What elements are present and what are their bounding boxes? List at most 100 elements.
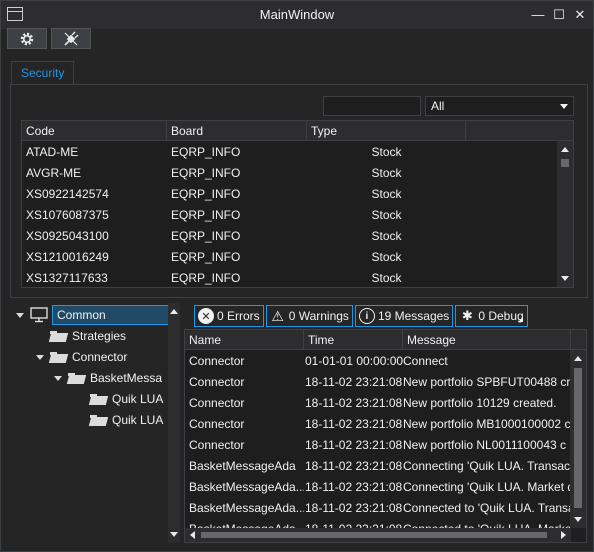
cell-name: Connector: [189, 375, 245, 389]
strategy-tree: Common Strategies Connector BasketMessa …: [10, 303, 180, 543]
tree-item-common[interactable]: Common: [16, 305, 176, 325]
cell-code: XS0922142574: [26, 187, 109, 201]
expand-icon[interactable]: [54, 375, 62, 381]
folder-icon: [50, 351, 68, 363]
column-header-code[interactable]: Code: [22, 121, 167, 141]
debug-filter-toggle[interactable]: ✱ 0 Debug: [455, 305, 528, 327]
connect-button[interactable]: [51, 28, 91, 49]
cell-name: Connector: [189, 417, 245, 431]
column-header-name[interactable]: Name: [185, 330, 304, 350]
folder-icon: [68, 372, 86, 384]
log-row[interactable]: Connector 18-11-02 23:21:08. New portfol…: [185, 435, 571, 456]
cell-name: Connector: [189, 396, 245, 410]
cell-code: XS1076087375: [26, 208, 109, 222]
gear-icon: [20, 32, 34, 45]
chevron-down-icon: [560, 104, 568, 109]
scroll-down-icon[interactable]: [170, 532, 178, 537]
cell-time: 18-11-02 23:21:08.: [305, 501, 403, 515]
cell-board: EQRP_INFO: [171, 271, 241, 285]
cell-name: BasketMessageAda...: [189, 501, 304, 515]
security-grid[interactable]: Code Board Type ATAD-ME EQRP_INFO Stock …: [21, 120, 574, 288]
errors-filter-toggle[interactable]: ✕ 0 Errors: [194, 305, 264, 327]
errors-filter-label: 0 Errors: [217, 309, 260, 323]
column-header-type[interactable]: Type: [307, 121, 466, 141]
scroll-up-icon[interactable]: [561, 147, 569, 152]
column-header-board[interactable]: Board: [167, 121, 307, 141]
table-row[interactable]: AVGR-ME EQRP_INFO Stock: [22, 163, 558, 184]
cell-board: EQRP_INFO: [171, 166, 241, 180]
tab-security[interactable]: Security: [11, 61, 75, 85]
window-title: MainWindow: [259, 7, 335, 22]
cell-time: 18-11-02 23:21:08.: [305, 396, 403, 410]
cell-type: Stock: [371, 145, 402, 159]
minimize-button[interactable]: —: [529, 6, 547, 24]
log-row[interactable]: Connector 18-11-02 23:21:08. New portfol…: [185, 372, 571, 393]
security-grid-scrollbar[interactable]: [557, 141, 573, 287]
tree-item-connector[interactable]: Connector: [36, 347, 127, 367]
log-row[interactable]: BasketMessageAda... 18-11-02 23:21:08. C…: [185, 498, 571, 519]
expand-icon[interactable]: [36, 354, 44, 360]
table-row[interactable]: XS1076087375 EQRP_INFO Stock: [22, 205, 558, 226]
cell-message: New portfolio MB1000100002 c: [403, 417, 571, 431]
log-horizontal-scrollbar[interactable]: [185, 528, 571, 542]
tree-item-label: BasketMessa: [90, 371, 163, 385]
tree-item-quik-lua-1[interactable]: Quik LUA: [90, 389, 163, 409]
tree-item-label: Common: [52, 305, 176, 325]
log-vertical-scrollbar[interactable]: [570, 350, 586, 528]
close-button[interactable]: ✕: [571, 6, 589, 24]
security-type-filter[interactable]: All: [425, 96, 574, 116]
scroll-down-icon[interactable]: [574, 517, 582, 522]
cell-message: Connecting 'Quik LUA. Market d: [403, 480, 571, 494]
log-row[interactable]: Connector 01-01-01 00:00:00. Connect: [185, 351, 571, 372]
settings-button[interactable]: [7, 28, 47, 49]
cell-board: EQRP_INFO: [171, 187, 241, 201]
table-row[interactable]: XS1327117633 EQRP_INFO Stock: [22, 268, 558, 287]
log-row[interactable]: Connector 18-11-02 23:21:08. New portfol…: [185, 414, 571, 435]
scroll-right-icon[interactable]: [561, 531, 566, 539]
table-row[interactable]: XS0922142574 EQRP_INFO Stock: [22, 184, 558, 205]
scroll-up-icon[interactable]: [574, 356, 582, 361]
table-row[interactable]: ATAD-ME EQRP_INFO Stock: [22, 142, 558, 163]
maximize-button[interactable]: ☐: [550, 6, 568, 24]
cell-type: Stock: [371, 166, 402, 180]
cell-time: 18-11-02 23:21:08.: [305, 417, 403, 431]
tree-scrollbar[interactable]: [168, 303, 180, 543]
cell-type: Stock: [371, 271, 402, 285]
scrollbar-thumb[interactable]: [201, 532, 547, 538]
cell-board: EQRP_INFO: [171, 250, 241, 264]
cell-code: ATAD-ME: [26, 145, 79, 159]
cell-code: XS1210016249: [26, 250, 109, 264]
cell-message: New portfolio NL0011100043 c: [403, 438, 566, 452]
log-grid[interactable]: Name Time Message Connector 01-01-01 00:…: [184, 329, 587, 543]
scrollbar-thumb[interactable]: [574, 368, 582, 508]
cell-message: New portfolio SPBFUT00488 cre: [403, 375, 571, 389]
cell-message: Connected to 'Quik LUA. Transa: [403, 501, 571, 515]
tree-item-label: Strategies: [72, 329, 127, 343]
cell-name: Connector: [189, 438, 245, 452]
scroll-left-icon[interactable]: [190, 531, 195, 539]
table-row[interactable]: XS1210016249 EQRP_INFO Stock: [22, 247, 558, 268]
security-grid-header: Code Board Type: [22, 121, 573, 141]
messages-filter-toggle[interactable]: i 19 Messages: [354, 305, 454, 327]
cell-type: Stock: [371, 250, 402, 264]
log-row[interactable]: BasketMessageAda 18-11-02 23:21:08. Conn…: [185, 456, 571, 477]
filter-options-icon[interactable]: [518, 317, 523, 322]
scrollbar-thumb[interactable]: [561, 159, 569, 167]
tree-item-quik-lua-2[interactable]: Quik LUA: [90, 410, 163, 430]
column-header-message[interactable]: Message: [403, 330, 571, 350]
cell-time: 18-11-02 23:21:08.: [305, 438, 403, 452]
expand-icon[interactable]: [16, 312, 24, 318]
scroll-down-icon[interactable]: [561, 276, 569, 281]
column-header-time[interactable]: Time: [304, 330, 403, 350]
log-row[interactable]: Connector 18-11-02 23:21:08. New portfol…: [185, 393, 571, 414]
warnings-filter-toggle[interactable]: ⚠ 0 Warnings: [265, 305, 353, 327]
main-window: MainWindow — ☐ ✕ Security All Code Board…: [0, 0, 594, 552]
log-row[interactable]: BasketMessageAda... 18-11-02 23:21:08. C…: [185, 477, 571, 498]
tree-item-strategies[interactable]: Strategies: [50, 326, 126, 346]
cell-code: XS1327117633: [26, 271, 108, 285]
tree-item-basket[interactable]: BasketMessa: [54, 368, 162, 388]
scroll-up-icon[interactable]: [170, 309, 178, 314]
title-bar[interactable]: MainWindow — ☐ ✕: [1, 1, 593, 29]
table-row[interactable]: XS0925043100 EQRP_INFO Stock: [22, 226, 558, 247]
security-search-input[interactable]: [323, 96, 421, 116]
